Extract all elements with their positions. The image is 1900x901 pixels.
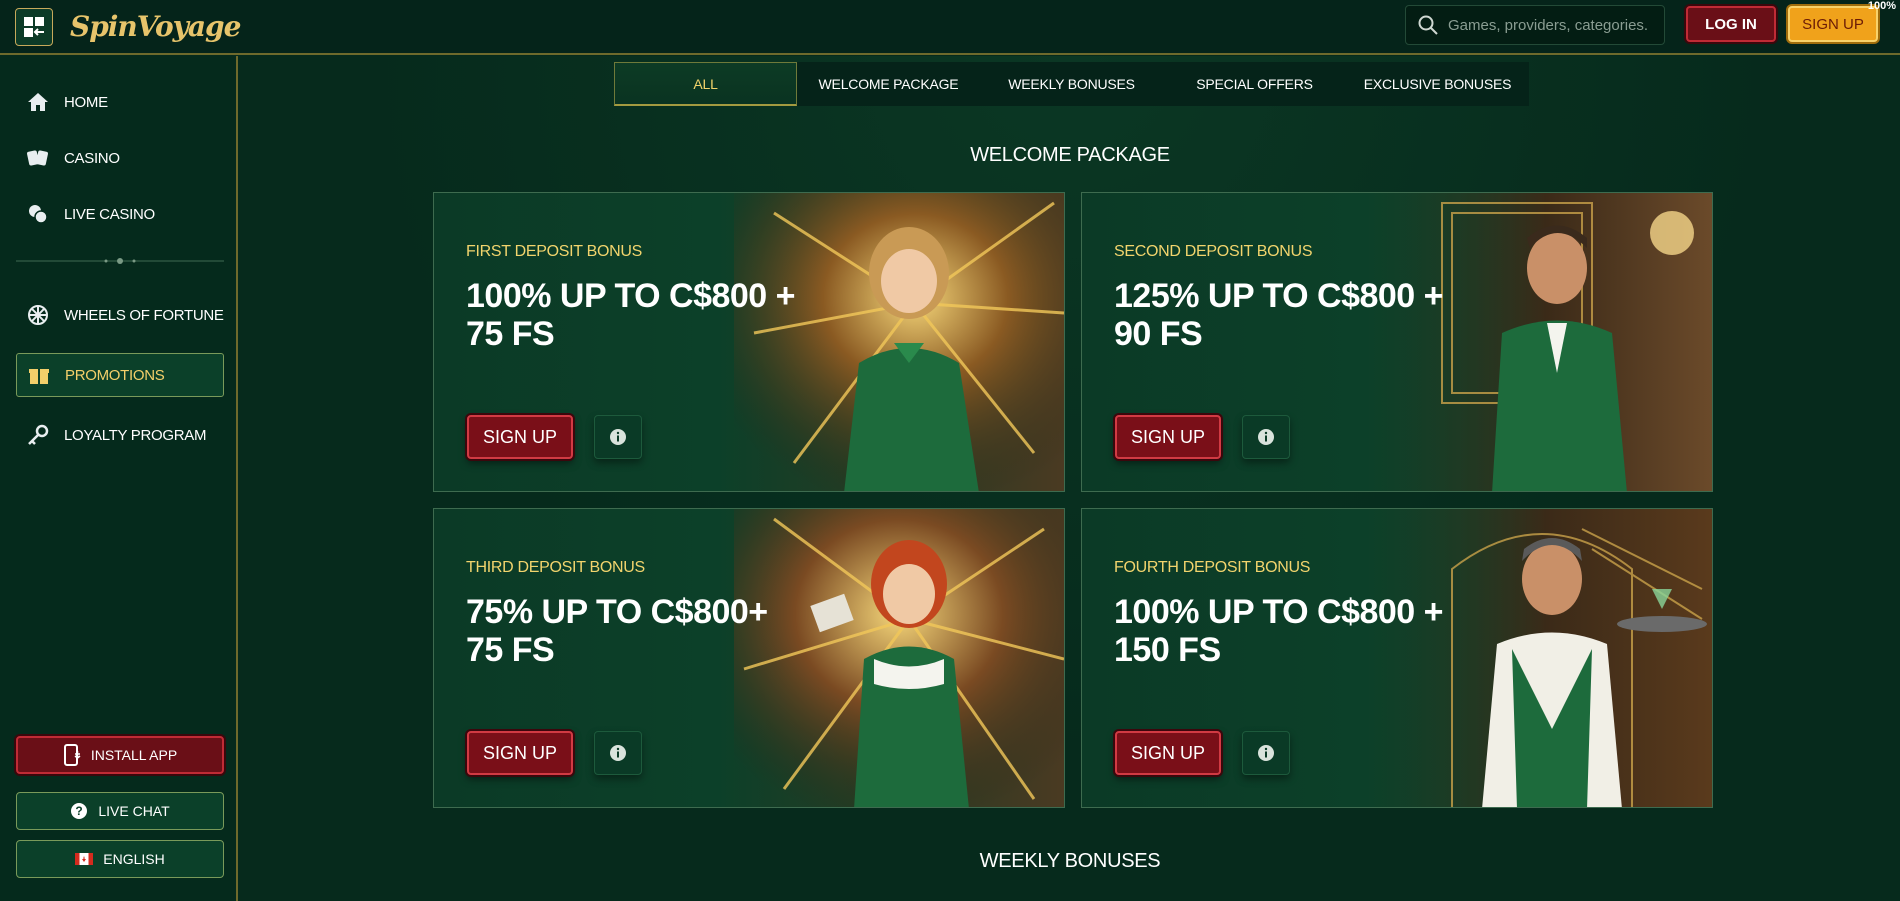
top-header: SpinVoyage LOG IN SIGN UP 100% <box>0 0 1900 55</box>
card-kicker: SECOND DEPOSIT BONUS <box>1114 243 1313 260</box>
card-kicker: FIRST DEPOSIT BONUS <box>466 243 642 260</box>
corner-badge: 100% <box>1867 0 1896 12</box>
help-icon: ? <box>71 803 88 819</box>
sidebar-item-label: LOYALTY PROGRAM <box>64 426 207 444</box>
section-title-weekly: WEEKLY BONUSES <box>979 850 1161 872</box>
card-signup-button[interactable]: SIGN UP <box>1115 731 1221 775</box>
search-input[interactable] <box>1448 16 1648 34</box>
card-headline: 100% UP TO C$800 + 75 FS <box>466 277 796 353</box>
key-icon <box>26 423 50 447</box>
sidebar-item-label: PROMOTIONS <box>65 366 165 384</box>
card-signup-button[interactable]: SIGN UP <box>467 415 573 459</box>
signup-button[interactable]: SIGN UP <box>1788 6 1878 42</box>
phone-download-icon <box>63 744 81 766</box>
tab-exclusive-bonuses[interactable]: EXCLUSIVE BONUSES <box>1346 62 1529 106</box>
chips-icon <box>26 202 50 226</box>
sidebar-item-label: CASINO <box>64 149 120 167</box>
gift-icon <box>27 363 51 387</box>
card-headline: 100% UP TO C$800 + 150 FS <box>1114 593 1444 669</box>
card-info-button[interactable] <box>1242 415 1290 459</box>
sidebar-item-casino[interactable]: CASINO <box>16 136 224 180</box>
live-chat-button[interactable]: ? LIVE CHAT <box>16 792 224 830</box>
sidebar-item-wheels-of-fortune[interactable]: WHEELS OF FORTUNE <box>16 293 224 337</box>
sidebar-item-home[interactable]: HOME <box>16 80 224 124</box>
tab-all[interactable]: ALL <box>614 62 797 106</box>
info-icon <box>610 745 626 761</box>
search-icon <box>1418 15 1438 35</box>
cards-icon <box>26 146 50 170</box>
grid-icon <box>24 17 44 37</box>
card-kicker: FOURTH DEPOSIT BONUS <box>1114 559 1311 576</box>
main-content: ALL WELCOME PACKAGE WEEKLY BONUSES SPECI… <box>240 56 1900 901</box>
promo-tabs: ALL WELCOME PACKAGE WEEKLY BONUSES SPECI… <box>614 62 1529 106</box>
sidebar: HOME CASINO LIVE CASINO WHEELS OF FORTUN… <box>0 56 238 901</box>
svg-text:?: ? <box>76 804 83 818</box>
install-app-button[interactable]: INSTALL APP <box>16 736 224 774</box>
tab-weekly-bonuses[interactable]: WEEKLY BONUSES <box>980 62 1163 106</box>
card-info-button[interactable] <box>1242 731 1290 775</box>
sidebar-item-loyalty-program[interactable]: LOYALTY PROGRAM <box>16 413 224 457</box>
card-info-button[interactable] <box>594 731 642 775</box>
sidebar-item-label: WHEELS OF FORTUNE <box>64 306 224 324</box>
canada-flag-icon <box>75 853 94 865</box>
wheel-icon <box>26 303 50 327</box>
card-signup-button[interactable]: SIGN UP <box>467 731 573 775</box>
card-kicker: THIRD DEPOSIT BONUS <box>466 559 645 576</box>
home-icon <box>26 90 50 114</box>
live-chat-label: LIVE CHAT <box>98 803 170 819</box>
sidebar-item-promotions[interactable]: PROMOTIONS <box>16 353 224 397</box>
info-icon <box>1258 745 1274 761</box>
promo-card-first-deposit: FIRST DEPOSIT BONUS 100% UP TO C$800 + 7… <box>433 192 1065 492</box>
login-button[interactable]: LOG IN <box>1686 6 1776 42</box>
card-info-button[interactable] <box>594 415 642 459</box>
promo-card-second-deposit: SECOND DEPOSIT BONUS 125% UP TO C$800 + … <box>1081 192 1713 492</box>
info-icon <box>610 429 626 445</box>
sidebar-item-live-casino[interactable]: LIVE CASINO <box>16 192 224 236</box>
menu-toggle-button[interactable] <box>15 8 53 46</box>
language-selector[interactable]: ENGLISH <box>16 840 224 878</box>
install-app-label: INSTALL APP <box>90 747 178 763</box>
tab-welcome-package[interactable]: WELCOME PACKAGE <box>797 62 980 106</box>
sidebar-item-label: LIVE CASINO <box>64 205 155 223</box>
sidebar-item-label: HOME <box>64 93 108 111</box>
search-box[interactable] <box>1405 5 1665 45</box>
card-headline: 125% UP TO C$800 + 90 FS <box>1114 277 1444 353</box>
info-icon <box>1258 429 1274 445</box>
section-title-welcome: WELCOME PACKAGE <box>970 144 1170 166</box>
card-headline: 75% UP TO C$800+ 75 FS <box>466 593 768 669</box>
promo-card-fourth-deposit: FOURTH DEPOSIT BONUS 100% UP TO C$800 + … <box>1081 508 1713 808</box>
tab-special-offers[interactable]: SPECIAL OFFERS <box>1163 62 1346 106</box>
sidebar-divider <box>16 256 224 266</box>
brand-logo[interactable]: SpinVoyage <box>70 4 241 48</box>
card-signup-button[interactable]: SIGN UP <box>1115 415 1221 459</box>
language-label: ENGLISH <box>103 851 165 867</box>
promo-card-third-deposit: THIRD DEPOSIT BONUS 75% UP TO C$800+ 75 … <box>433 508 1065 808</box>
